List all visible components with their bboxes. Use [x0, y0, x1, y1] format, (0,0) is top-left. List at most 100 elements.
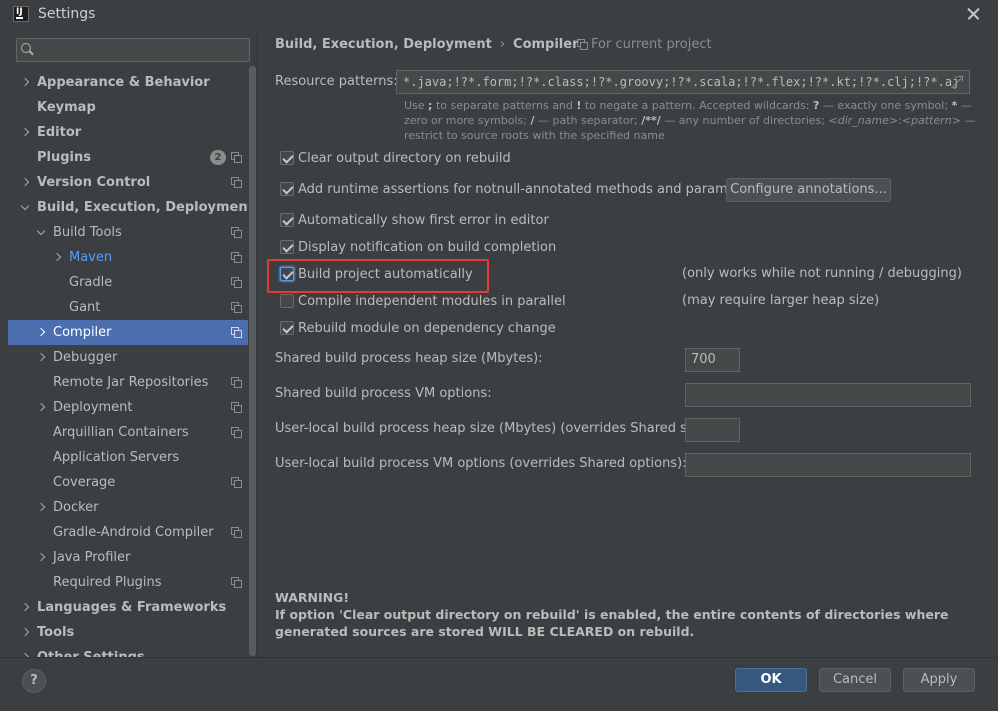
- search-icon: [21, 42, 35, 58]
- sidebar-item-label: Build, Execution, Deployment: [37, 200, 254, 215]
- breadcrumb: Build, Execution, Deployment › Compiler: [275, 37, 579, 52]
- chevron-right-icon[interactable]: [36, 395, 48, 420]
- sidebar-item-label: Plugins: [37, 150, 91, 165]
- sidebar-item-arquillian-containers[interactable]: Arquillian Containers: [8, 420, 250, 445]
- sidebar-item-debugger[interactable]: Debugger: [8, 345, 250, 370]
- search-input[interactable]: [37, 41, 242, 59]
- chevron-right-icon[interactable]: [20, 645, 32, 657]
- chevron-right-icon[interactable]: [36, 495, 48, 520]
- chevron-down-icon[interactable]: [20, 195, 32, 220]
- chevron-right-icon[interactable]: [20, 120, 32, 145]
- sidebar-item-maven[interactable]: Maven: [8, 245, 250, 270]
- breadcrumb-separator: ›: [499, 37, 506, 52]
- settings-sidebar: Appearance & Behavior Keymap Editor Plugins…: [8, 30, 258, 657]
- sidebar-item-docker[interactable]: Docker: [8, 495, 250, 520]
- dialog-footer: ? OK Cancel Apply: [0, 658, 998, 711]
- sidebar-item-plugins[interactable]: Plugins 2: [8, 145, 250, 170]
- help-button[interactable]: ?: [22, 669, 46, 693]
- project-scope-icon: [231, 577, 242, 588]
- sidebar-item-compiler[interactable]: Compiler: [8, 320, 250, 345]
- chevron-right-icon[interactable]: [20, 595, 32, 620]
- chevron-right-icon[interactable]: [20, 70, 32, 95]
- scope-text: For current project: [591, 37, 712, 52]
- sidebar-item-remote-jar-repositories[interactable]: Remote Jar Repositories: [8, 370, 250, 395]
- sidebar-item-coverage[interactable]: Coverage: [8, 470, 250, 495]
- rebuild-module-checkbox[interactable]: [280, 321, 294, 335]
- breadcrumb-build-execution-deployment[interactable]: Build, Execution, Deployment: [275, 37, 492, 52]
- sidebar-item-other-settings[interactable]: Other Settings: [8, 645, 250, 657]
- sidebar-item-editor[interactable]: Editor: [8, 120, 250, 145]
- shared-heap-input[interactable]: 700: [685, 348, 740, 372]
- user-vm-label: User-local build process VM options (ove…: [275, 456, 687, 471]
- runtime-assertions-checkbox[interactable]: [280, 182, 294, 196]
- sidebar-item-label: Debugger: [53, 350, 118, 365]
- build-automatically-checkbox[interactable]: [280, 267, 294, 281]
- chevron-right-icon[interactable]: [52, 245, 64, 270]
- show-first-error-checkbox[interactable]: [280, 213, 294, 227]
- window-title: Settings: [38, 6, 96, 22]
- compile-parallel-label: Compile independent modules in parallel: [298, 294, 566, 309]
- project-scope-icon: [231, 177, 242, 188]
- chevron-right-icon[interactable]: [36, 320, 48, 345]
- breadcrumb-compiler: Compiler: [513, 37, 579, 52]
- project-scope-icon: [231, 427, 242, 438]
- sidebar-item-java-profiler[interactable]: Java Profiler: [8, 545, 250, 570]
- user-heap-input[interactable]: [685, 418, 740, 442]
- display-notification-label: Display notification on build completion: [298, 240, 557, 255]
- rebuild-module-label: Rebuild module on dependency change: [298, 321, 556, 336]
- sidebar-item-gradle[interactable]: Gradle: [8, 270, 250, 295]
- apply-button[interactable]: Apply: [903, 668, 975, 692]
- search-box[interactable]: [16, 38, 250, 62]
- project-scope-icon: [231, 227, 242, 238]
- compile-parallel-checkbox[interactable]: [280, 294, 294, 308]
- project-scope-icon: [231, 377, 242, 388]
- sidebar-item-gant[interactable]: Gant: [8, 295, 250, 320]
- sidebar-item-label: Other Settings: [37, 645, 145, 657]
- compile-parallel-note: (may require larger heap size): [682, 293, 880, 308]
- clear-output-label: Clear output directory on rebuild: [298, 151, 511, 166]
- chevron-right-icon[interactable]: [20, 620, 32, 645]
- sidebar-item-gradle-android-compiler[interactable]: Gradle-Android Compiler: [8, 520, 250, 545]
- resource-patterns-input[interactable]: *.java;!?*.form;!?*.class;!?*.groovy;!?*…: [396, 70, 970, 94]
- sidebar-item-label: Required Plugins: [53, 575, 162, 590]
- warning-title: WARNING!: [275, 590, 350, 605]
- project-scope-icon: [577, 39, 588, 50]
- close-icon[interactable]: [964, 4, 984, 24]
- project-scope-icon: [231, 302, 242, 313]
- sidebar-item-build-tools[interactable]: Build Tools: [8, 220, 250, 245]
- shared-heap-label: Shared build process heap size (Mbytes):: [275, 351, 543, 366]
- cancel-button[interactable]: Cancel: [819, 668, 891, 692]
- project-scope-icon: [231, 252, 242, 263]
- ok-button[interactable]: OK: [735, 668, 807, 692]
- chevron-right-icon[interactable]: [36, 345, 48, 370]
- chevron-down-icon[interactable]: [36, 220, 48, 245]
- sidebar-item-deployment[interactable]: Deployment: [8, 395, 250, 420]
- build-automatically-label: Build project automatically: [298, 267, 473, 282]
- chevron-right-icon[interactable]: [20, 170, 32, 195]
- sidebar-item-version-control[interactable]: Version Control: [8, 170, 250, 195]
- sidebar-item-label: Maven: [69, 250, 113, 265]
- sidebar-item-tools[interactable]: Tools: [8, 620, 250, 645]
- chevron-right-icon[interactable]: [36, 545, 48, 570]
- sidebar-item-application-servers[interactable]: Application Servers: [8, 445, 250, 470]
- sidebar-item-label: Deployment: [53, 400, 133, 415]
- sidebar-item-languages-frameworks[interactable]: Languages & Frameworks: [8, 595, 250, 620]
- resource-patterns-value: *.java;!?*.form;!?*.class;!?*.groovy;!?*…: [403, 75, 960, 89]
- configure-annotations-button[interactable]: Configure annotations...: [726, 178, 891, 202]
- compiler-settings-panel: Build, Execution, Deployment › Compiler Fo…: [258, 30, 998, 657]
- sidebar-scrollbar-thumb[interactable]: [249, 66, 256, 656]
- shared-vm-input[interactable]: [685, 383, 971, 407]
- expand-icon[interactable]: [951, 76, 963, 88]
- sidebar-item-keymap[interactable]: Keymap: [8, 95, 250, 120]
- sidebar-item-appearance-behavior[interactable]: Appearance & Behavior: [8, 70, 250, 95]
- user-vm-input[interactable]: [685, 453, 971, 477]
- resource-patterns-hint: Use ; to separate patterns and ! to nega…: [404, 99, 976, 142]
- project-scope-icon: [231, 327, 242, 338]
- display-notification-checkbox[interactable]: [280, 240, 294, 254]
- clear-output-checkbox[interactable]: [280, 151, 294, 165]
- sidebar-item-build-execution-deployment[interactable]: Build, Execution, Deployment: [8, 195, 254, 220]
- sidebar-item-label: Docker: [53, 500, 99, 515]
- sidebar-item-label: Keymap: [37, 100, 96, 115]
- project-scope-icon: [231, 527, 242, 538]
- sidebar-item-required-plugins[interactable]: Required Plugins: [8, 570, 250, 595]
